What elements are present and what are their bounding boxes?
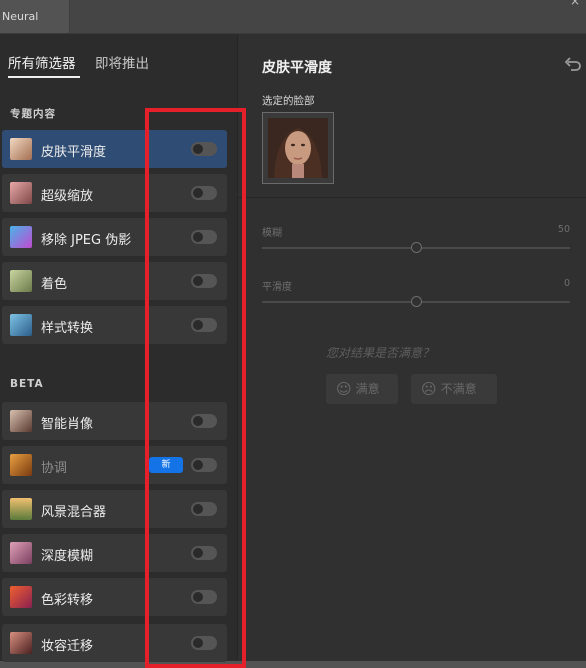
filter-label: 风景混合器 <box>41 505 107 520</box>
filter-label: 皮肤平滑度 <box>41 145 107 160</box>
active-tab-underline <box>8 76 80 78</box>
filter-toggle[interactable] <box>191 414 217 428</box>
filter-item-colorize[interactable]: 着色 <box>2 262 227 300</box>
smart-portrait-icon <box>10 410 32 432</box>
color-transfer-icon <box>10 586 32 608</box>
filter-item-smart-portrait[interactable]: 智能肖像 <box>2 402 227 440</box>
slider-value-blur: 50 <box>557 224 570 235</box>
filter-settings-panel: 皮肤平滑度 选定的脸部 模糊 50 平滑度 0 您对结果是否满意？ ☺ 满意 ☹ 不… <box>238 34 586 661</box>
harmonization-icon <box>10 454 32 476</box>
face-thumbnail[interactable] <box>262 112 334 184</box>
filter-label: 协调 <box>41 461 68 476</box>
filter-toggle[interactable] <box>191 230 217 244</box>
filter-label: 样式转换 <box>41 321 94 336</box>
filter-toggle[interactable] <box>191 502 217 516</box>
filter-label: 色彩转移 <box>41 593 94 608</box>
filter-toggle[interactable] <box>191 186 217 200</box>
filter-item-makeup-transfer[interactable]: 妆容迁移 <box>2 624 227 662</box>
filter-item-super-zoom[interactable]: 超级缩放 <box>2 174 227 212</box>
tab-coming-soon[interactable]: 即将推出 <box>95 52 149 72</box>
filter-label: 着色 <box>41 277 68 292</box>
new-badge: 新 <box>149 457 183 473</box>
filter-toggle[interactable] <box>191 546 217 560</box>
slider-value-smoothness: 0 <box>563 278 570 289</box>
tab-all-filters[interactable]: 所有筛选器 <box>8 52 76 72</box>
filter-item-style-transfer[interactable]: 样式转换 <box>2 306 227 344</box>
filter-list-panel: 所有筛选器 即将推出 专题内容 皮肤平滑度 超级缩放 移除 JPEG 伪影 着色… <box>0 34 238 662</box>
depth-blur-icon <box>10 542 32 564</box>
beta-section-title: BETA <box>10 378 44 390</box>
filter-label: 移除 JPEG 伪影 <box>41 233 132 248</box>
filter-toggle[interactable] <box>191 458 217 472</box>
filter-toggle[interactable] <box>191 318 217 332</box>
selected-face-label: 选定的脸部 <box>262 95 315 107</box>
smile-icon: ☺ <box>336 380 352 398</box>
featured-section-title: 专题内容 <box>10 108 56 120</box>
skin-smoothing-icon <box>10 138 32 160</box>
slider-label-blur: 模糊 <box>262 228 282 239</box>
unsatisfied-button[interactable]: ☹ 不满意 <box>411 374 497 404</box>
filter-toggle[interactable] <box>191 636 217 650</box>
filter-toggle[interactable] <box>191 274 217 288</box>
filter-toggle[interactable] <box>191 590 217 604</box>
filter-item-skin-smoothing[interactable]: 皮肤平滑度 <box>2 130 227 168</box>
close-icon[interactable]: × <box>570 0 580 8</box>
panel-divider <box>238 197 586 198</box>
super-zoom-icon <box>10 182 32 204</box>
slider-knob-blur[interactable] <box>410 242 422 253</box>
slider-knob-smoothness[interactable] <box>410 296 422 307</box>
filter-label: 超级缩放 <box>41 189 94 204</box>
filter-item-jpeg-artifacts[interactable]: 移除 JPEG 伪影 <box>2 218 227 256</box>
frown-icon: ☹ <box>421 380 437 398</box>
style-transfer-icon <box>10 314 32 336</box>
landscape-mixer-icon <box>10 498 32 520</box>
filter-label: 深度模糊 <box>41 549 94 564</box>
slider-label-smoothness: 平滑度 <box>262 282 292 293</box>
undo-icon[interactable] <box>564 56 582 76</box>
filter-item-depth-blur[interactable]: 深度模糊 <box>2 534 227 572</box>
filter-item-color-transfer[interactable]: 色彩转移 <box>2 578 227 616</box>
filter-title: 皮肤平滑度 <box>262 60 332 76</box>
makeup-transfer-icon <box>10 632 32 654</box>
filter-toggle[interactable] <box>191 142 217 156</box>
face-image <box>268 118 328 178</box>
filter-item-harmonization[interactable]: 协调 新 <box>2 446 227 484</box>
filter-label: 智能肖像 <box>41 417 94 432</box>
filter-label: 妆容迁移 <box>41 639 94 654</box>
jpeg-artifacts-icon <box>10 226 32 248</box>
window-tab[interactable]: Neural Filters <box>0 0 70 56</box>
feedback-question: 您对结果是否满意？ <box>326 346 435 360</box>
satisfied-button[interactable]: ☺ 满意 <box>326 374 398 404</box>
title-bar: Neural Filters × <box>0 0 586 56</box>
filter-item-landscape-mixer[interactable]: 风景混合器 <box>2 490 227 528</box>
colorize-icon <box>10 270 32 292</box>
